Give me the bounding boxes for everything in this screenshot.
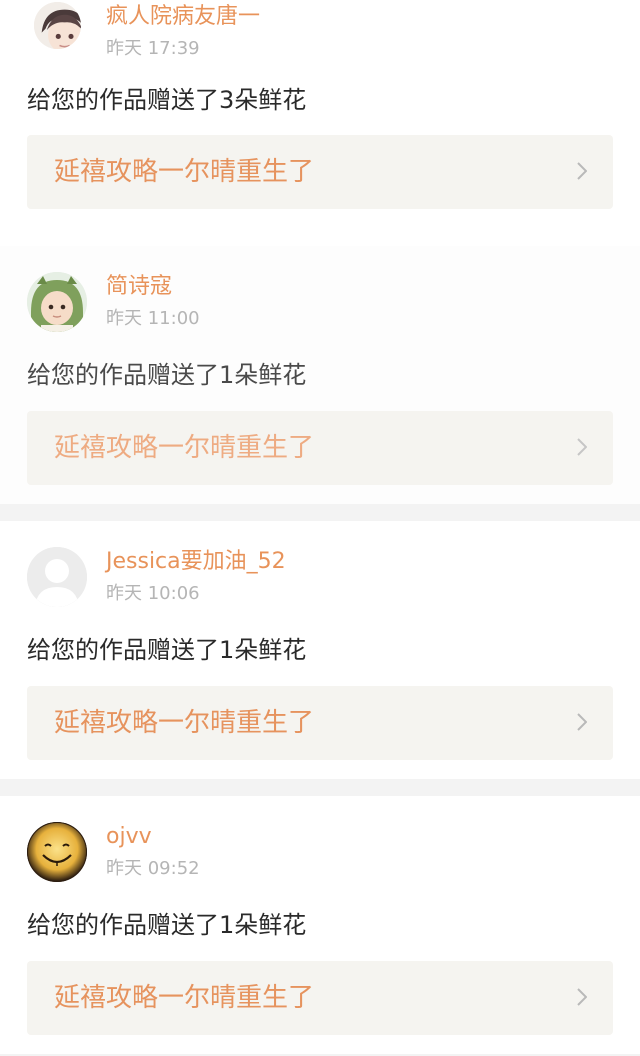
chevron-right-icon [577,161,587,181]
username[interactable]: 简诗寇 [106,273,172,301]
chevron-right-icon [577,437,587,457]
notification-item: 疯人院病友唐一 昨天 17:39 给您的作品赠送了3朵鲜花 延禧攻略一尔晴重生了 [0,0,640,246]
work-link[interactable]: 延禧攻略一尔晴重生了 [27,686,613,760]
notification-item: 简诗寇 昨天 11:00 给您的作品赠送了1朵鲜花 延禧攻略一尔晴重生了 [0,246,640,504]
work-link[interactable]: 延禧攻略一尔晴重生了 [27,411,613,485]
notification-header: ojvv 昨天 09:52 [27,822,607,892]
smiley-face-avatar-icon[interactable] [27,822,87,882]
work-title: 延禧攻略一尔晴重生了 [54,433,315,463]
timestamp: 昨天 09:52 [106,858,200,879]
gift-message: 给您的作品赠送了1朵鲜花 [27,636,307,664]
notification-header: Jessica要加油_52 昨天 10:06 [27,547,607,617]
timestamp: 昨天 11:00 [106,308,200,329]
work-title: 延禧攻略一尔晴重生了 [54,983,315,1013]
timestamp: 昨天 17:39 [106,38,200,59]
notification-header: 疯人院病友唐一 昨天 17:39 [27,2,607,72]
anime-boy-avatar-icon[interactable] [34,2,81,49]
notification-header: 简诗寇 昨天 11:00 [27,272,607,342]
work-link[interactable]: 延禧攻略一尔晴重生了 [27,961,613,1035]
notification-item: Jessica要加油_52 昨天 10:06 给您的作品赠送了1朵鲜花 延禧攻略… [0,521,640,779]
timestamp: 昨天 10:06 [106,583,200,604]
gift-message: 给您的作品赠送了1朵鲜花 [27,361,307,389]
work-link[interactable]: 延禧攻略一尔晴重生了 [27,135,613,209]
default-user-avatar-icon[interactable] [27,547,87,607]
gift-message: 给您的作品赠送了1朵鲜花 [27,911,307,939]
work-title: 延禧攻略一尔晴重生了 [54,157,315,187]
chevron-right-icon [577,712,587,732]
username[interactable]: Jessica要加油_52 [106,548,286,576]
child-in-dinosaur-hood-avatar-icon[interactable] [27,272,87,332]
gift-message: 给您的作品赠送了3朵鲜花 [27,86,307,114]
username[interactable]: 疯人院病友唐一 [106,3,260,31]
notification-item: ojvv 昨天 09:52 给您的作品赠送了1朵鲜花 延禧攻略一尔晴重生了 [0,796,640,1054]
work-title: 延禧攻略一尔晴重生了 [54,708,315,738]
chevron-right-icon [577,987,587,1007]
username[interactable]: ojvv [106,823,152,851]
notification-feed: 疯人院病友唐一 昨天 17:39 给您的作品赠送了3朵鲜花 延禧攻略一尔晴重生了 [0,0,640,1056]
